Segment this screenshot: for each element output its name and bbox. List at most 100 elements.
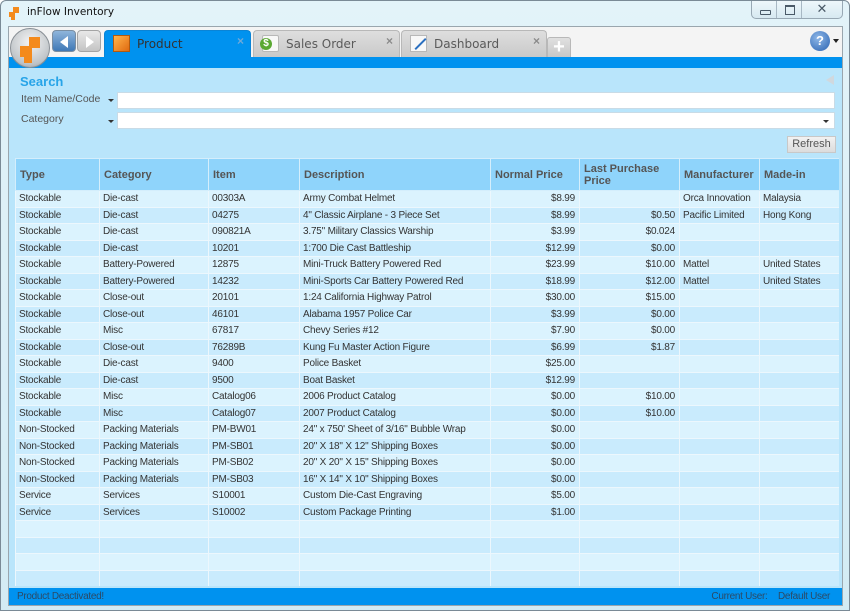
cell-made-in: United States [759, 272, 839, 290]
cell-item: Catalog07 [208, 404, 300, 422]
cell-description: 20" X 20" X 15" Shipping Boxes [299, 454, 491, 472]
chevron-down-icon[interactable] [823, 120, 829, 123]
table-row[interactable]: Stockable Close-out 76289B Kung Fu Master A… [15, 338, 839, 356]
table-row[interactable]: Non-Stocked Packing Materials PM-SB03 16" X… [15, 470, 839, 488]
cell-last-purchase-price: $0.00 [579, 305, 680, 323]
table-row[interactable]: Stockable Battery-Powered 12875 Mini-Truck … [15, 256, 839, 274]
tab-sales-order[interactable]: Sales Order × [253, 30, 400, 57]
table-row[interactable]: Non-Stocked Packing Materials PM-BW01 24" x… [15, 421, 839, 439]
table-row[interactable]: Stockable Die-cast 090821A 3.75" Military C… [15, 223, 839, 241]
close-window-button[interactable]: ✕ [802, 1, 842, 18]
cell-description: Kung Fu Master Action Figure [299, 338, 491, 356]
cell-item: 090821A [208, 223, 300, 241]
tab-label: Dashboard [434, 37, 500, 51]
cell-category: Die-cast [99, 371, 209, 389]
column-header-type[interactable]: Type [15, 158, 100, 191]
cell-manufacturer [679, 388, 760, 406]
cell-normal-price: $1.00 [490, 503, 580, 521]
empty-cell [759, 553, 839, 571]
table-row[interactable]: Service Services S10001 Custom Die-Cast Eng… [15, 487, 839, 505]
cell-manufacturer [679, 454, 760, 472]
table-row[interactable]: Stockable Die-cast 9400 Police Basket $25.00 [15, 355, 839, 373]
item-field-options-icon[interactable] [108, 99, 114, 102]
cell-description: Chevy Series #12 [299, 322, 491, 340]
table-row[interactable]: Stockable Misc Catalog06 2006 Product Catal… [15, 388, 839, 406]
cell-last-purchase-price: $10.00 [579, 388, 680, 406]
help-button[interactable]: ? [810, 31, 830, 51]
item-name-input[interactable] [117, 92, 835, 109]
tab-label: Sales Order [286, 37, 356, 51]
cell-normal-price: $6.99 [490, 338, 580, 356]
empty-cell [15, 569, 100, 586]
column-header-item[interactable]: Item [208, 158, 300, 191]
cell-last-purchase-price: $0.00 [579, 322, 680, 340]
tab-dashboard[interactable]: Dashboard × [401, 30, 547, 57]
back-button[interactable] [52, 30, 76, 52]
column-header-category[interactable]: Category [99, 158, 209, 191]
table-row[interactable]: Stockable Battery-Powered 14232 Mini-Sports… [15, 272, 839, 290]
table-row[interactable]: Stockable Misc Catalog07 2007 Product Catal… [15, 404, 839, 422]
table-row[interactable]: Stockable Close-out 20101 1:24 California H… [15, 289, 839, 307]
empty-cell [759, 569, 839, 586]
table-row[interactable]: Non-Stocked Packing Materials PM-SB02 20" X… [15, 454, 839, 472]
maximize-button[interactable] [777, 1, 802, 18]
tab-content-header-bar [9, 57, 842, 68]
table-header-row: Type Category Item Description Normal Price L… [15, 158, 839, 191]
cell-made-in [759, 289, 839, 307]
cell-category: Packing Materials [99, 454, 209, 472]
cell-category: Services [99, 487, 209, 505]
empty-cell [15, 536, 100, 554]
refresh-button[interactable]: Refresh [787, 136, 836, 153]
cell-description: 20" X 18" X 12" Shipping Boxes [299, 437, 491, 455]
cell-normal-price: $7.90 [490, 322, 580, 340]
cell-normal-price: $0.00 [490, 437, 580, 455]
forward-button[interactable] [77, 30, 101, 52]
category-field-options-icon[interactable] [108, 120, 114, 123]
cell-category: Misc [99, 322, 209, 340]
cell-description: 1:700 Die Cast Battleship [299, 239, 491, 257]
tab-product[interactable]: Product × [104, 30, 251, 57]
column-header-normal-price[interactable]: Normal Price [490, 158, 580, 191]
table-row[interactable]: Stockable Die-cast 10201 1:700 Die Cast Bat… [15, 239, 839, 257]
cell-description: Mini-Sports Car Battery Powered Red [299, 272, 491, 290]
app-window: inFlow Inventory ✕ Product × Sales Orde [0, 0, 850, 611]
cell-category: Close-out [99, 305, 209, 323]
table-row[interactable]: Stockable Die-cast 00303A Army Combat Helme… [15, 190, 839, 208]
column-header-manufacturer[interactable]: Manufacturer [679, 158, 760, 191]
cell-item: S10002 [208, 503, 300, 521]
cell-made-in [759, 223, 839, 241]
empty-table-row [15, 520, 839, 538]
tab-close-icon[interactable]: × [533, 34, 540, 48]
empty-cell [579, 536, 680, 554]
column-header-description[interactable]: Description [299, 158, 491, 191]
help-dropdown-icon[interactable] [833, 39, 839, 43]
add-tab-button[interactable]: + [547, 37, 571, 57]
table-row[interactable]: Non-Stocked Packing Materials PM-SB01 20" X… [15, 437, 839, 455]
collapse-search-icon[interactable] [826, 75, 834, 85]
tab-label: Product [137, 37, 183, 51]
cell-last-purchase-price [579, 454, 680, 472]
column-header-last-purchase-price[interactable]: Last Purchase Price [579, 158, 680, 191]
table-row[interactable]: Stockable Die-cast 04275 4" Classic Airplan… [15, 206, 839, 224]
cell-made-in: Malaysia [759, 190, 839, 208]
empty-cell [579, 553, 680, 571]
empty-cell [759, 536, 839, 554]
cell-last-purchase-price: $0.50 [579, 206, 680, 224]
table-row[interactable]: Stockable Die-cast 9500 Boat Basket $12.99 [15, 371, 839, 389]
table-row[interactable]: Stockable Misc 67817 Chevy Series #12 $7.90 $… [15, 322, 839, 340]
empty-cell [299, 553, 491, 571]
cell-made-in: United States [759, 256, 839, 274]
tab-close-icon[interactable]: × [386, 34, 393, 48]
empty-cell [490, 569, 580, 586]
tab-close-icon[interactable]: × [237, 34, 244, 48]
category-select[interactable] [117, 112, 835, 129]
cell-item: 67817 [208, 322, 300, 340]
table-row[interactable]: Service Services S10002 Custom Package Prin… [15, 503, 839, 521]
column-header-made-in[interactable]: Made-in [759, 158, 839, 191]
cell-manufacturer [679, 223, 760, 241]
main-menu-orb-button[interactable] [10, 28, 50, 68]
cell-description: 1:24 California Highway Patrol [299, 289, 491, 307]
minimize-button[interactable] [752, 1, 777, 18]
table-row[interactable]: Stockable Close-out 46101 Alabama 1957 Poli… [15, 305, 839, 323]
cell-category: Close-out [99, 338, 209, 356]
